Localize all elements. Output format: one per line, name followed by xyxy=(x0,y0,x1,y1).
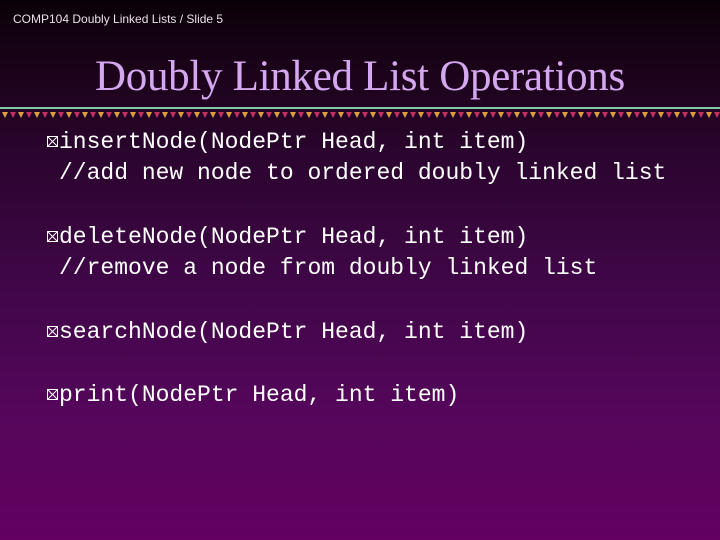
bullet-signature: insertNode(NodePtr Head, int item) xyxy=(59,129,529,155)
envelope-x-box-icon xyxy=(47,231,58,242)
bullet-comment: //remove a node from doubly linked list xyxy=(59,255,598,281)
bullet-list: insertNode(NodePtr Head, int item) //add… xyxy=(0,0,720,540)
bullet-comment: //add new node to ordered doubly linked … xyxy=(59,160,667,186)
envelope-x-box-icon xyxy=(47,389,58,400)
bullet-signature: searchNode(NodePtr Head, int item) xyxy=(59,319,529,345)
bullet-item-print: print(NodePtr Head, int item) xyxy=(47,382,459,486)
envelope-x-box-icon xyxy=(47,136,58,147)
bullet-signature: print(NodePtr Head, int item) xyxy=(59,382,460,408)
envelope-x-box-icon xyxy=(47,326,58,337)
bullet-signature: deleteNode(NodePtr Head, int item) xyxy=(59,224,529,250)
